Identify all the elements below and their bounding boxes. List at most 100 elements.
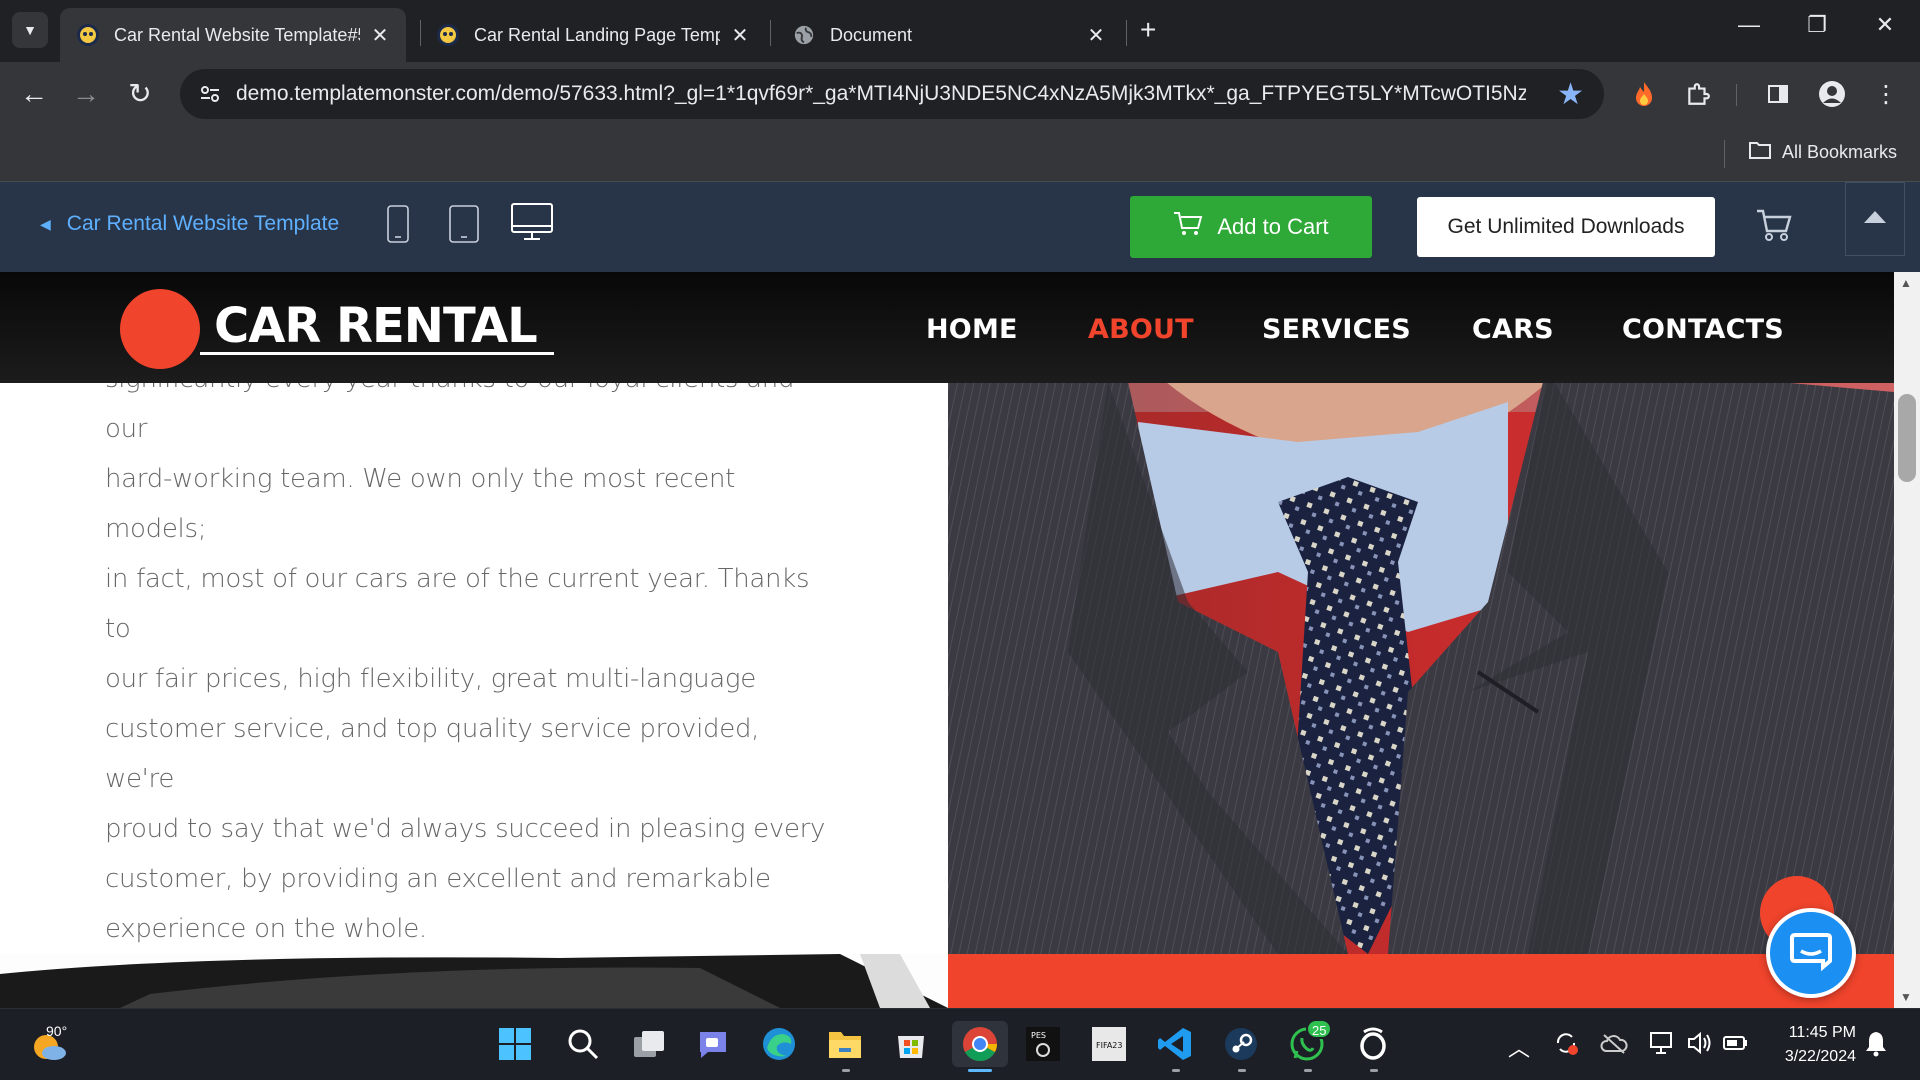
bookmarks-bar: All Bookmarks (0, 126, 1920, 182)
paragraph-line: proud to say that we'd always succeed in… (105, 814, 826, 844)
desktop-preview-icon[interactable] (510, 202, 554, 247)
running-indicator (1238, 1069, 1246, 1072)
forward-button[interactable]: → (68, 78, 104, 110)
battery-icon[interactable] (1722, 1029, 1750, 1063)
svg-text:PES: PES (1031, 1031, 1046, 1040)
shopping-cart-icon[interactable] (1756, 208, 1792, 247)
logo-circle (120, 289, 200, 369)
sync-icon[interactable] (1552, 1029, 1580, 1063)
windows-taskbar: 90° PES FIFA23 25 ︿ 11:45 PM 3/22/2024 (0, 1008, 1920, 1080)
volume-icon[interactable] (1686, 1029, 1714, 1063)
task-view-icon[interactable] (626, 1021, 672, 1067)
collapse-bar-button[interactable] (1845, 182, 1905, 256)
onedrive-cloud-icon[interactable] (1600, 1031, 1628, 1061)
tab-title: Car Rental Website Template#5 (114, 24, 360, 45)
flame-extension-icon[interactable] (1626, 76, 1662, 112)
chevron-down-icon: ▼ (23, 22, 37, 38)
running-indicator (1172, 1069, 1180, 1072)
unlimited-downloads-label: Get Unlimited Downloads (1447, 215, 1685, 238)
tab-search-button[interactable]: ▼ (12, 12, 48, 48)
minimize-button[interactable]: — (1724, 12, 1774, 38)
tab-separator (770, 20, 771, 46)
extensions-puzzle-icon[interactable] (1680, 76, 1716, 112)
caret-left-icon: ◀ (40, 215, 51, 232)
running-indicator (1304, 1069, 1312, 1072)
mobile-preview-icon[interactable] (386, 204, 410, 249)
close-icon[interactable]: ✕ (730, 23, 750, 48)
side-panel-icon[interactable] (1760, 76, 1796, 112)
template-name-label: Car Rental Website Template (66, 212, 340, 235)
bookmarks-separator (1724, 140, 1725, 168)
fifa-game-icon[interactable]: FIFA23 (1086, 1021, 1132, 1067)
scroll-up-arrow-icon[interactable]: ▲ (1900, 276, 1912, 290)
site-info-icon[interactable] (198, 82, 222, 106)
pes-game-icon[interactable]: PES (1020, 1021, 1066, 1067)
tablet-preview-icon[interactable] (448, 204, 480, 249)
start-button[interactable] (492, 1021, 538, 1067)
folder-icon (1748, 140, 1772, 165)
tab-document[interactable]: Document ✕ (776, 8, 1122, 62)
nav-services[interactable]: SERVICES (1262, 314, 1411, 345)
templatemonster-favicon-icon (436, 23, 460, 47)
close-window-button[interactable]: ✕ (1860, 12, 1910, 38)
nav-home[interactable]: HOME (926, 314, 1018, 345)
weather-temperature: 90° (46, 1023, 68, 1039)
cart-icon (1173, 211, 1203, 243)
chat-app-icon[interactable] (690, 1021, 736, 1067)
reload-button[interactable]: ↻ (122, 78, 158, 110)
car-image-strip (0, 954, 948, 1008)
opera-gx-icon[interactable] (1350, 1021, 1396, 1067)
search-icon[interactable] (560, 1021, 606, 1067)
all-bookmarks-label: All Bookmarks (1782, 142, 1898, 162)
nav-cars[interactable]: CARS (1472, 314, 1554, 345)
page-scrollbar[interactable]: ▲ ▼ (1894, 272, 1920, 1008)
bookmark-star-icon[interactable]: ★ (1557, 77, 1584, 112)
chat-icon (1789, 931, 1833, 976)
logo-underline (200, 352, 554, 355)
tab-car-rental-landing[interactable]: Car Rental Landing Page Templa ✕ (420, 8, 766, 62)
chrome-icon[interactable] (952, 1021, 1008, 1067)
address-bar[interactable]: demo.templatemonster.com/demo/57633.html… (180, 69, 1604, 119)
running-indicator (1370, 1069, 1378, 1072)
system-clock[interactable]: 11:45 PM 3/22/2024 (1760, 1021, 1856, 1069)
accent-red-band (948, 954, 1894, 1008)
kebab-menu-icon[interactable]: ⋮ (1868, 76, 1904, 112)
microsoft-store-icon[interactable] (888, 1021, 934, 1067)
new-tab-button[interactable]: + (1140, 14, 1156, 46)
steam-icon[interactable] (1218, 1021, 1264, 1067)
paragraph-line: customer service, and top quality servic… (105, 714, 760, 794)
add-to-cart-label: Add to Cart (1217, 214, 1329, 239)
paragraph-line: hard-working team. We own only the most … (105, 464, 736, 544)
close-icon[interactable]: ✕ (370, 23, 390, 48)
notification-bell-icon[interactable] (1864, 1029, 1888, 1063)
show-hidden-icons-chevron-icon[interactable]: ︿ (1508, 1031, 1530, 1063)
about-paragraph: significantly every year thanks to our l… (105, 354, 835, 954)
add-to-cart-button[interactable]: Add to Cart (1130, 196, 1372, 258)
scrollbar-thumb[interactable] (1898, 394, 1916, 482)
templatemonster-favicon-icon (76, 23, 100, 47)
close-icon[interactable]: ✕ (1086, 23, 1106, 48)
back-button[interactable]: ← (16, 78, 52, 110)
restore-button[interactable]: ❐ (1792, 12, 1842, 38)
nav-contacts[interactable]: CONTACTS (1622, 314, 1784, 345)
scroll-down-arrow-icon[interactable]: ▼ (1900, 990, 1912, 1004)
get-unlimited-downloads-button[interactable]: Get Unlimited Downloads (1417, 197, 1715, 257)
site-logo[interactable]: CAR RENTAL (214, 298, 538, 354)
browser-toolbar: ← → ↻ demo.templatemonster.com/demo/5763… (0, 62, 1920, 126)
network-icon[interactable] (1648, 1029, 1676, 1063)
profile-avatar-icon[interactable] (1814, 76, 1850, 112)
tab-car-rental-template[interactable]: Car Rental Website Template#5 ✕ (60, 8, 406, 62)
clock-time: 11:45 PM (1788, 1024, 1856, 1041)
file-explorer-icon[interactable] (822, 1021, 868, 1067)
paragraph-line: in fact, most of our cars are of the cur… (105, 564, 810, 644)
nav-about[interactable]: ABOUT (1088, 314, 1194, 345)
back-to-template-link[interactable]: ◀ Car Rental Website Template (40, 212, 339, 236)
url-text: demo.templatemonster.com/demo/57633.html… (236, 82, 1526, 105)
live-chat-button[interactable] (1766, 908, 1856, 998)
triangle-up-icon (1864, 210, 1886, 228)
vscode-icon[interactable] (1152, 1021, 1198, 1067)
paragraph-line: customer, by providing an excellent and … (105, 864, 771, 894)
edge-browser-icon[interactable] (756, 1021, 802, 1067)
active-app-indicator (968, 1069, 992, 1072)
all-bookmarks-button[interactable]: All Bookmarks (1748, 140, 1897, 165)
